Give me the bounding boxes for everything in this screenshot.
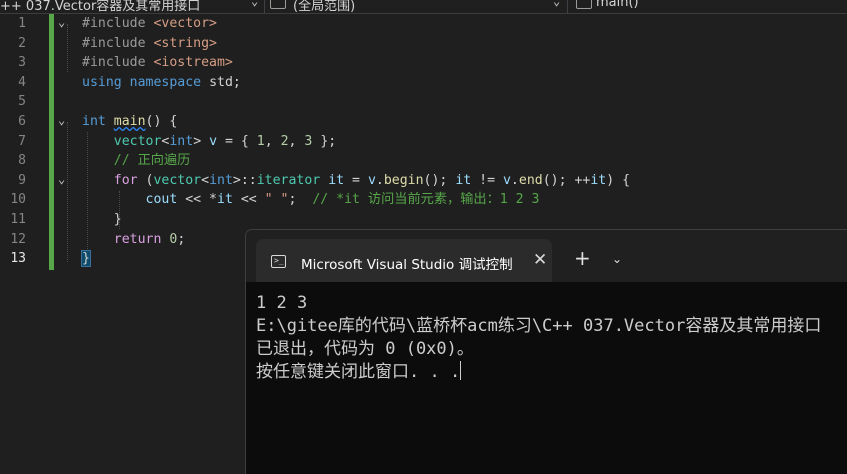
code-line: cout << *it << " "; // *it 访问当前元素，输出：1 2… (145, 192, 540, 208)
scope-icon (270, 0, 286, 9)
fold-toggle-icon[interactable]: ⌄ (58, 172, 65, 186)
fold-toggle-icon[interactable]: ⌄ (58, 15, 65, 29)
fold-region-line (67, 24, 68, 72)
divider (567, 0, 568, 13)
terminal-icon: >_ (271, 255, 286, 268)
console-tab-title: Microsoft Visual Studio 调试控制台 (301, 257, 514, 273)
current-line-number: 13 (10, 251, 26, 267)
line-number-gutter: 1 2 3 4 5 6 7 8 9 10 11 12 13 (0, 14, 30, 269)
line-number: 2 (18, 35, 26, 51)
code-line: #include <string> (82, 35, 217, 51)
console-output: 1 2 3 E:\gitee库的代码\蓝桥杯acm练习\C++ 037.Vect… (256, 292, 847, 384)
scope-dropdown[interactable]: (全局范围) (293, 0, 543, 13)
line-number: 8 (18, 153, 26, 169)
code-line: #include <vector> (82, 16, 217, 31)
line-number: 7 (18, 133, 26, 149)
console-tab[interactable]: >_ Microsoft Visual Studio 调试控制台 ✕ (256, 239, 552, 282)
line-number: 10 (10, 192, 26, 208)
chevron-down-icon[interactable]: ⌄ (553, 0, 560, 8)
console-line-text: 按任意键关闭此窗口. . . (256, 362, 461, 382)
code-line: } (113, 211, 122, 227)
line-number: 5 (18, 94, 26, 110)
project-dropdown[interactable]: ++ 037.Vector容器及其常用接口 (0, 0, 245, 13)
line-number: 6 (18, 113, 26, 129)
new-tab-button[interactable]: + (574, 248, 591, 268)
code-line: #include <iostream> (82, 55, 233, 71)
code-line: using namespace std; (82, 74, 241, 90)
member-dropdown[interactable]: main() (596, 0, 716, 13)
matching-brace: } (81, 250, 91, 268)
code-line: int main() { (82, 113, 178, 129)
code-line: // 正向遍历 (113, 153, 191, 169)
editor-navigation-bar: ++ 037.Vector容器及其常用接口 ⌄ (全局范围) ⌄ main() (0, 0, 847, 14)
divider (264, 0, 265, 13)
code-line: vector<int> v = { 1, 2, 3 }; (113, 133, 337, 149)
code-line: for (vector<int>::iterator it = v.begin(… (113, 172, 631, 188)
console-line: 已退出，代码为 0 (0x0)。 (256, 339, 474, 359)
console-line: 按任意键关闭此窗口. . . (256, 361, 847, 384)
console-titlebar[interactable]: >_ Microsoft Visual Studio 调试控制台 ✕ + ⌄ (246, 230, 847, 282)
line-number: 4 (18, 74, 26, 90)
line-number: 12 (10, 231, 26, 247)
member-function-icon (576, 0, 592, 9)
line-number: 1 (18, 16, 26, 31)
chevron-down-icon[interactable]: ⌄ (251, 0, 258, 8)
change-tracking-bar (49, 14, 54, 270)
console-line: 1 2 3 (256, 293, 308, 313)
line-number: 9 (18, 172, 26, 188)
console-line: E:\gitee库的代码\蓝桥杯acm练习\C++ 037.Vector容器及其… (256, 316, 822, 336)
text-cursor (460, 361, 462, 380)
fold-toggle-icon[interactable]: ⌄ (58, 113, 65, 127)
line-number: 11 (10, 211, 26, 227)
fold-region-line (67, 122, 68, 262)
debug-console-window[interactable]: >_ Microsoft Visual Studio 调试控制台 ✕ + ⌄ 1… (245, 229, 847, 474)
line-number: 3 (18, 55, 26, 71)
chevron-down-icon[interactable]: ⌄ (612, 252, 622, 266)
close-icon[interactable]: ✕ (533, 250, 547, 270)
